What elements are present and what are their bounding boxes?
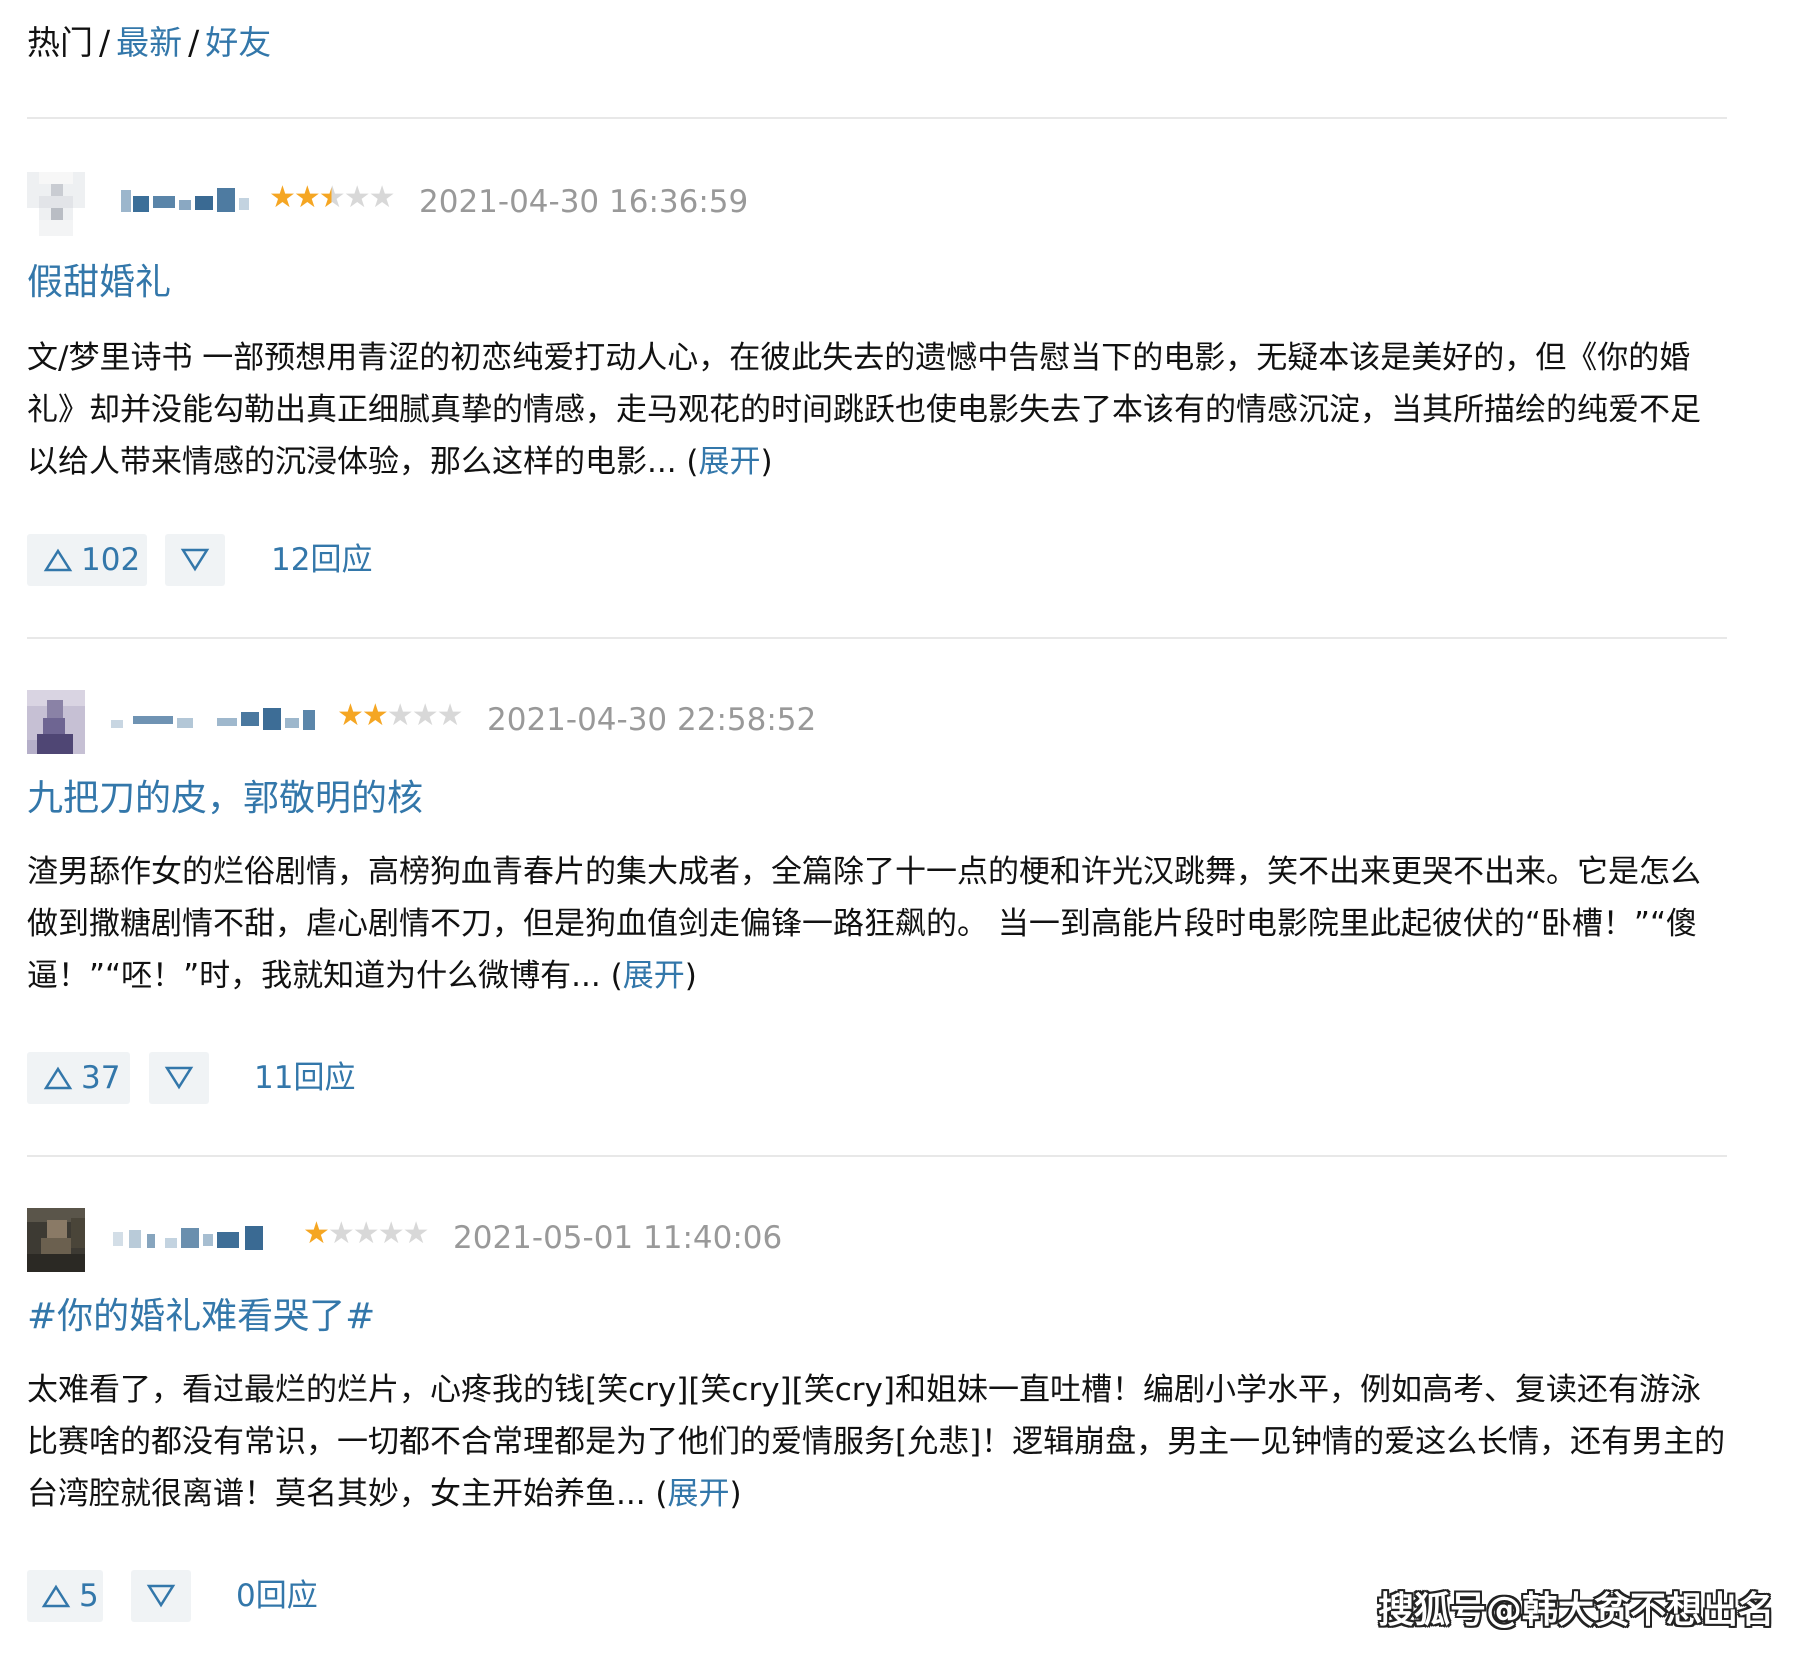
upvote-button[interactable]: 102 [27,534,147,586]
rating-stars: ★★★★★ [337,696,464,736]
review-item: ★★★★★ 2021-04-30 16:36:59 假甜婚礼 文/梦里诗书 一部… [27,172,1727,592]
expand-link[interactable]: 展开 [699,444,761,480]
divider [27,637,1727,639]
tab-separator: / [188,23,200,62]
expand-paren: ( [655,1476,668,1512]
review-text: 太难看了，看过最烂的烂片，心疼我的钱[笑cry][笑cry][笑cry]和姐妹一… [27,1372,1726,1512]
triangle-up-icon [43,1066,73,1090]
review-body: 太难看了，看过最烂的烂片，心疼我的钱[笑cry][笑cry][笑cry]和姐妹一… [27,1364,1727,1520]
star-empty-icon: ★★★ [386,698,464,733]
triangle-up-icon [41,1584,71,1608]
rating-stars: ★★★★★ [303,1214,430,1254]
avatar[interactable] [27,690,85,754]
triangle-down-icon [146,1584,176,1608]
star-empty-icon: ★★ [343,180,396,215]
replies-link[interactable]: 11回应 [254,1052,355,1104]
replies-link[interactable]: 12回应 [271,534,372,586]
downvote-button[interactable] [165,534,225,586]
upvote-button[interactable]: 37 [27,1052,130,1104]
upvote-count: 37 [81,1060,121,1096]
watermark: 搜狐号@韩大贫不想出名 [1377,1590,1774,1631]
triangle-down-icon [164,1066,194,1090]
upvote-count: 5 [79,1578,99,1614]
expand-link[interactable]: 展开 [668,1476,730,1512]
review-time: 2021-04-30 22:58:52 [487,702,817,738]
review-title[interactable]: 九把刀的皮，郭敬明的核 [27,774,423,824]
tab-latest[interactable]: 最新 [116,23,182,62]
divider [27,117,1727,119]
username-pixelated[interactable] [107,1220,297,1260]
review-text: 文/梦里诗书 一部预想用青涩的初恋纯爱打动人心，在彼此失去的遗憾中告慰当下的电影… [27,340,1701,480]
review-time: 2021-04-30 16:36:59 [419,184,749,220]
review-title[interactable]: 假甜婚礼 [27,258,171,308]
review-body: 渣男舔作女的烂俗剧情，高榜狗血青春片的集大成者，全篇除了十一点的梗和许光汉跳舞，… [27,846,1727,1002]
expand-paren: ) [760,444,773,480]
divider [27,1155,1727,1157]
review-body: 文/梦里诗书 一部预想用青涩的初恋纯爱打动人心，在彼此失去的遗憾中告慰当下的电影… [27,332,1727,488]
star-filled-icon: ★ [303,1216,330,1251]
review-item: ★★★★★ 2021-04-30 22:58:52 九把刀的皮，郭敬明的核 渣男… [27,690,1727,1110]
avatar[interactable] [27,172,85,236]
expand-link[interactable]: 展开 [623,958,685,994]
downvote-button[interactable] [131,1570,191,1622]
star-half-icon: ★ [318,180,346,215]
expand-paren: ) [729,1476,742,1512]
upvote-count: 102 [81,542,141,578]
star-filled-icon: ★★ [337,698,389,733]
downvote-button[interactable] [149,1052,209,1104]
tab-hot[interactable]: 热门 [27,23,93,62]
avatar[interactable] [27,1208,85,1272]
star-empty-icon: ★★★★ [327,1216,430,1251]
sort-tabs: 热门 / 最新 / 好友 [27,20,271,66]
replies-link[interactable]: 0回应 [236,1570,318,1622]
expand-paren: ( [686,444,699,480]
triangle-down-icon [180,548,210,572]
username-pixelated[interactable] [117,184,269,224]
tab-friends[interactable]: 好友 [205,23,271,62]
review-title[interactable]: #你的婚礼难看哭了# [27,1292,375,1342]
star-filled-icon: ★★ [269,180,321,215]
triangle-up-icon [43,548,73,572]
review-item: ★★★★★ 2021-05-01 11:40:06 #你的婚礼难看哭了# 太难看… [27,1208,1727,1628]
expand-paren: ) [684,958,697,994]
expand-paren: ( [610,958,623,994]
rating-stars: ★★★★★ [269,178,396,218]
tab-separator: / [99,23,111,62]
review-text: 渣男舔作女的烂俗剧情，高榜狗血青春片的集大成者，全篇除了十一点的梗和许光汉跳舞，… [27,854,1701,994]
username-pixelated[interactable] [107,702,337,742]
upvote-button[interactable]: 5 [27,1570,103,1622]
review-time: 2021-05-01 11:40:06 [453,1220,783,1256]
